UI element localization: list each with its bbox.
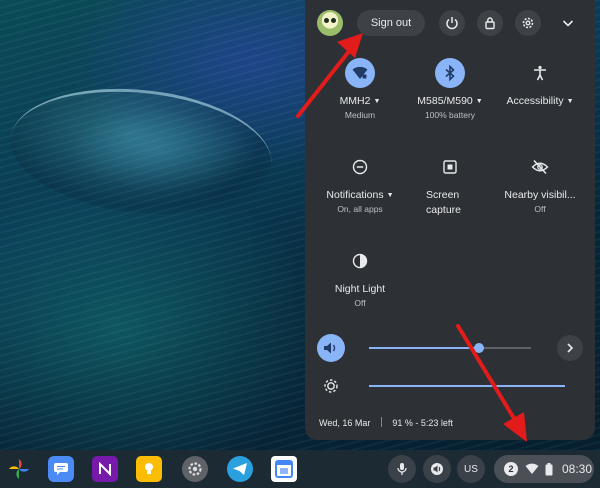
annotation-arrows <box>296 33 527 442</box>
arrow-to-sign-out-icon <box>296 33 363 118</box>
arrow-to-status-area-icon <box>456 324 527 442</box>
